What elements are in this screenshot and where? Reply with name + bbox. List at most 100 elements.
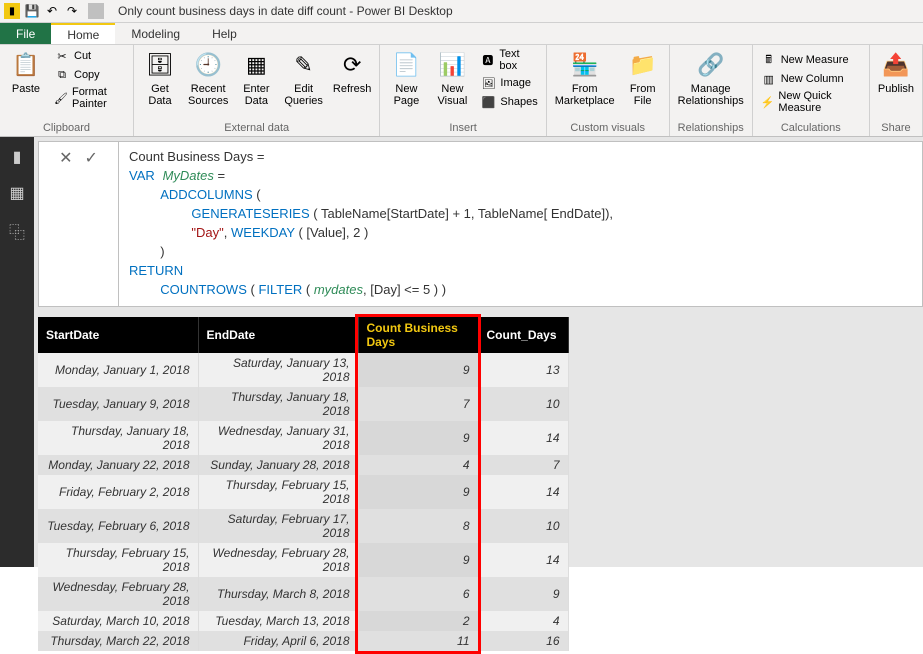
commit-formula-icon[interactable]: ✓ bbox=[85, 148, 98, 168]
table-cell[interactable]: Thursday, February 15, 2018 bbox=[38, 543, 198, 577]
image-button[interactable]: 🖼Image bbox=[476, 74, 541, 92]
table-cell[interactable]: Thursday, February 15, 2018 bbox=[198, 475, 358, 509]
formula-editor[interactable]: Count Business Days = VAR MyDates = ADDC… bbox=[119, 142, 922, 306]
edit-queries-button[interactable]: ✎Edit Queries bbox=[280, 47, 327, 109]
table-cell[interactable]: 6 bbox=[358, 577, 478, 611]
new-quick-measure-button[interactable]: ⚡New Quick Measure bbox=[757, 89, 865, 115]
database-icon: 🗄 bbox=[144, 49, 176, 81]
table-cell[interactable]: 2 bbox=[358, 611, 478, 631]
measure-icon: 🖩 bbox=[761, 52, 777, 68]
table-cell[interactable]: 9 bbox=[358, 475, 478, 509]
paste-button[interactable]: 📋 Paste bbox=[4, 47, 48, 97]
data-table[interactable]: StartDate EndDate Count Business Days Co… bbox=[38, 317, 569, 651]
pencil-icon: ✎ bbox=[288, 49, 320, 81]
table-cell[interactable]: Saturday, February 17, 2018 bbox=[198, 509, 358, 543]
table-row[interactable]: Tuesday, February 6, 2018Saturday, Febru… bbox=[38, 509, 568, 543]
table-cell[interactable]: Wednesday, February 28, 2018 bbox=[38, 577, 198, 611]
table-cell[interactable]: 10 bbox=[478, 387, 568, 421]
table-row[interactable]: Thursday, January 18, 2018Wednesday, Jan… bbox=[38, 421, 568, 455]
recent-icon: 🕘 bbox=[192, 49, 224, 81]
text-box-button[interactable]: 🅰Text box bbox=[476, 47, 541, 73]
table-cell[interactable]: 11 bbox=[358, 631, 478, 651]
get-data-button[interactable]: 🗄Get Data bbox=[138, 47, 182, 109]
table-cell[interactable]: 9 bbox=[478, 577, 568, 611]
col-count-days[interactable]: Count_Days bbox=[478, 317, 568, 353]
table-cell[interactable]: 7 bbox=[478, 455, 568, 475]
table-cell[interactable]: 9 bbox=[358, 421, 478, 455]
table-cell[interactable]: 13 bbox=[478, 353, 568, 387]
table-row[interactable]: Thursday, February 15, 2018Wednesday, Fe… bbox=[38, 543, 568, 577]
from-marketplace-button[interactable]: 🏪From Marketplace bbox=[551, 47, 619, 109]
table-cell[interactable]: 10 bbox=[478, 509, 568, 543]
table-row[interactable]: Wednesday, February 28, 2018Thursday, Ma… bbox=[38, 577, 568, 611]
table-cell[interactable]: Friday, April 6, 2018 bbox=[198, 631, 358, 651]
table-row[interactable]: Tuesday, January 9, 2018Thursday, Januar… bbox=[38, 387, 568, 421]
refresh-button[interactable]: ⟳Refresh bbox=[329, 47, 376, 97]
table-cell[interactable]: Tuesday, March 13, 2018 bbox=[198, 611, 358, 631]
table-cell[interactable]: 16 bbox=[478, 631, 568, 651]
new-measure-button[interactable]: 🖩New Measure bbox=[757, 51, 865, 69]
table-cell[interactable]: Saturday, January 13, 2018 bbox=[198, 353, 358, 387]
table-cell[interactable]: Saturday, March 10, 2018 bbox=[38, 611, 198, 631]
quick-icon: ⚡ bbox=[761, 94, 775, 110]
table-row[interactable]: Saturday, March 10, 2018Tuesday, March 1… bbox=[38, 611, 568, 631]
table-cell[interactable]: 8 bbox=[358, 509, 478, 543]
table-cell[interactable]: Tuesday, February 6, 2018 bbox=[38, 509, 198, 543]
table-cell[interactable]: 4 bbox=[358, 455, 478, 475]
table-cell[interactable]: 9 bbox=[358, 543, 478, 577]
table-cell[interactable]: Sunday, January 28, 2018 bbox=[198, 455, 358, 475]
format-painter-button[interactable]: 🖌Format Painter bbox=[50, 85, 129, 111]
publish-button[interactable]: 📤Publish bbox=[874, 47, 918, 97]
table-cell[interactable]: Monday, January 1, 2018 bbox=[38, 353, 198, 387]
report-view-icon[interactable]: ▮ bbox=[13, 147, 22, 167]
table-cell[interactable]: 14 bbox=[478, 543, 568, 577]
table-cell[interactable]: Thursday, March 22, 2018 bbox=[38, 631, 198, 651]
table-cell[interactable]: Thursday, January 18, 2018 bbox=[198, 387, 358, 421]
undo-icon[interactable]: ↶ bbox=[44, 3, 60, 19]
manage-relationships-button[interactable]: 🔗Manage Relationships bbox=[674, 47, 748, 109]
table-cell[interactable]: Friday, February 2, 2018 bbox=[38, 475, 198, 509]
table-cell[interactable]: Thursday, March 8, 2018 bbox=[198, 577, 358, 611]
col-startdate[interactable]: StartDate bbox=[38, 317, 198, 353]
new-visual-button[interactable]: 📊New Visual bbox=[430, 47, 474, 109]
recent-sources-button[interactable]: 🕘Recent Sources bbox=[184, 47, 232, 109]
table-cell[interactable]: 9 bbox=[358, 353, 478, 387]
table-cell[interactable]: Thursday, January 18, 2018 bbox=[38, 421, 198, 455]
app-icon: ▮ bbox=[4, 3, 20, 19]
table-cell[interactable]: Tuesday, January 9, 2018 bbox=[38, 387, 198, 421]
tab-home[interactable]: Home bbox=[51, 23, 115, 44]
table-cell[interactable]: Wednesday, February 28, 2018 bbox=[198, 543, 358, 577]
view-switcher: ▮ ▦ ⿻ bbox=[0, 137, 34, 567]
table-cell[interactable]: Monday, January 22, 2018 bbox=[38, 455, 198, 475]
table-cell[interactable]: 4 bbox=[478, 611, 568, 631]
col-enddate[interactable]: EndDate bbox=[198, 317, 358, 353]
tab-help[interactable]: Help bbox=[196, 23, 253, 44]
copy-button[interactable]: ⧉Copy bbox=[50, 66, 129, 84]
table-cell[interactable]: 7 bbox=[358, 387, 478, 421]
cut-button[interactable]: ✂Cut bbox=[50, 47, 129, 65]
textbox-icon: 🅰 bbox=[480, 52, 495, 68]
table-cell[interactable]: 14 bbox=[478, 421, 568, 455]
from-file-button[interactable]: 📁From File bbox=[621, 47, 665, 109]
store-icon: 🏪 bbox=[569, 49, 601, 81]
tab-modeling[interactable]: Modeling bbox=[115, 23, 196, 44]
table-row[interactable]: Monday, January 22, 2018Sunday, January … bbox=[38, 455, 568, 475]
table-row[interactable]: Friday, February 2, 2018Thursday, Februa… bbox=[38, 475, 568, 509]
col-count-business-days[interactable]: Count Business Days bbox=[358, 317, 478, 353]
table-cell[interactable]: Wednesday, January 31, 2018 bbox=[198, 421, 358, 455]
table-row[interactable]: Monday, January 1, 2018Saturday, January… bbox=[38, 353, 568, 387]
table-cell[interactable]: 14 bbox=[478, 475, 568, 509]
tab-file[interactable]: File bbox=[0, 23, 51, 44]
new-page-button[interactable]: 📄New Page bbox=[384, 47, 428, 109]
data-view-icon[interactable]: ▦ bbox=[9, 183, 24, 203]
model-view-icon[interactable]: ⿻ bbox=[9, 219, 25, 243]
group-relationships: 🔗Manage Relationships Relationships bbox=[670, 45, 753, 136]
publish-icon: 📤 bbox=[880, 49, 912, 81]
table-row[interactable]: Thursday, March 22, 2018Friday, April 6,… bbox=[38, 631, 568, 651]
redo-icon[interactable]: ↷ bbox=[64, 3, 80, 19]
new-column-button[interactable]: ▥New Column bbox=[757, 70, 865, 88]
save-icon[interactable]: 💾 bbox=[24, 3, 40, 19]
shapes-button[interactable]: ⬛Shapes bbox=[476, 93, 541, 111]
cancel-formula-icon[interactable]: ✕ bbox=[59, 148, 72, 168]
enter-data-button[interactable]: ▦Enter Data bbox=[234, 47, 278, 109]
